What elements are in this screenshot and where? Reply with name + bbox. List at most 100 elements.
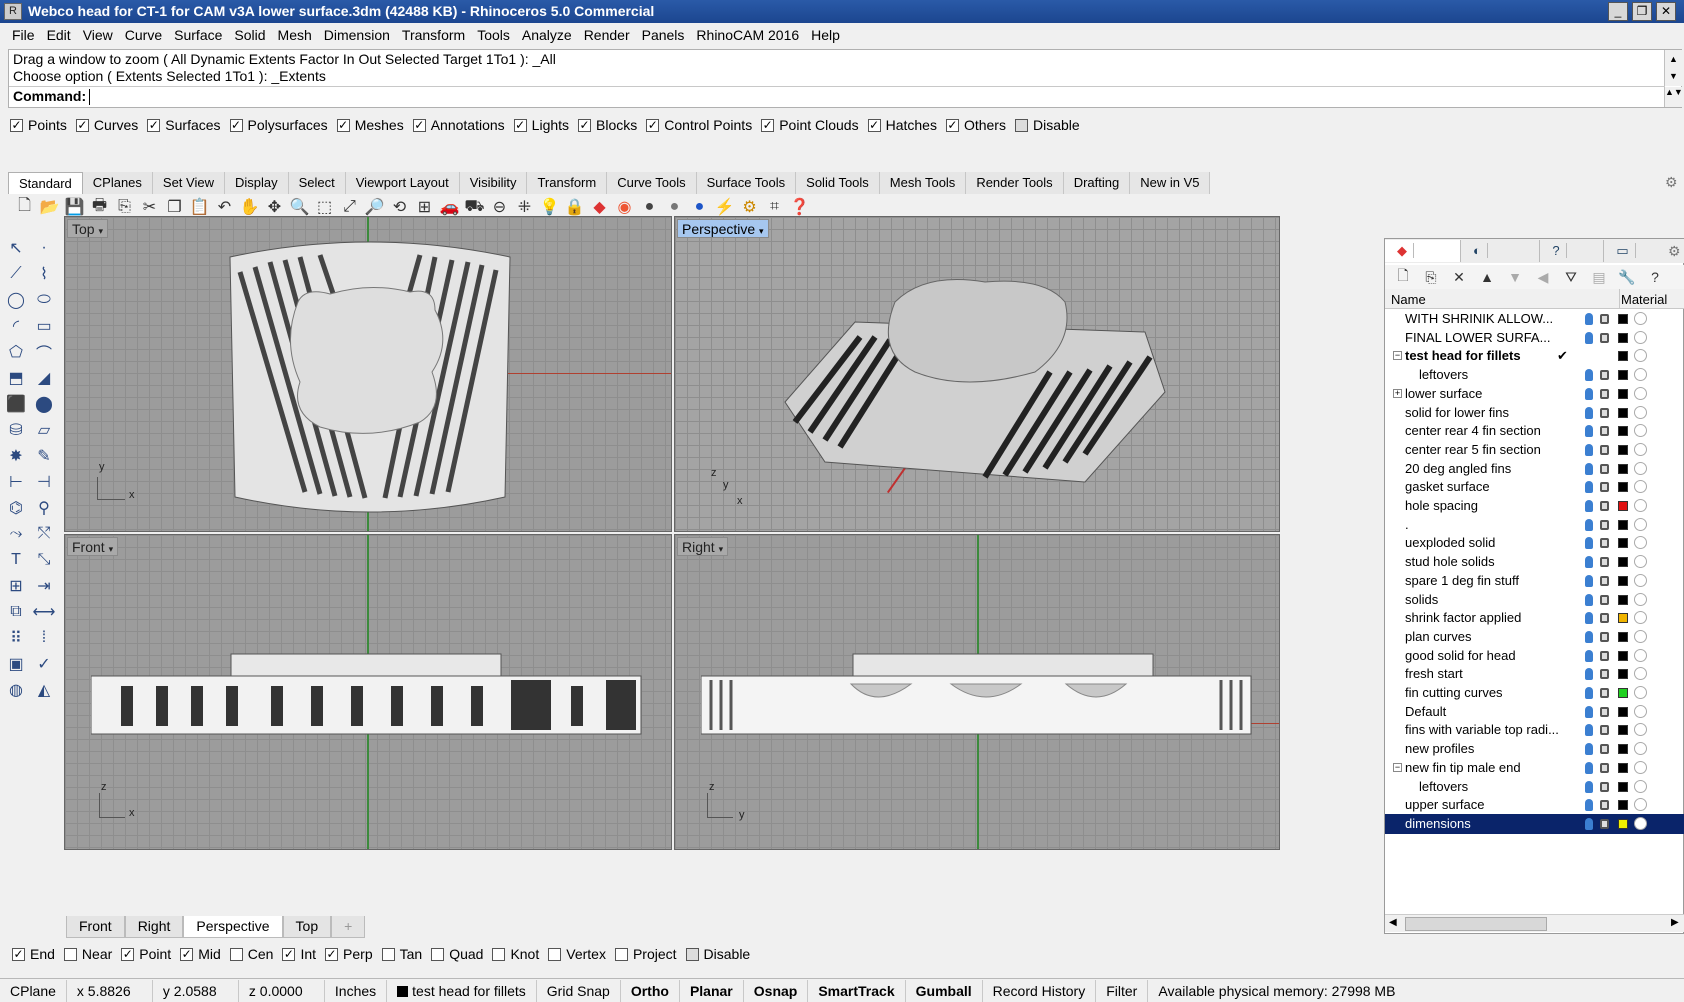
layer-lock-icon[interactable] — [1600, 800, 1609, 811]
panel-tab-properties[interactable]: ◐ Prope... — [1461, 240, 1541, 280]
layer-name[interactable]: test head for fillets — [1405, 346, 1565, 366]
layer-row[interactable]: solids — [1385, 590, 1684, 610]
panel-tab-help[interactable]: ? Help — [1540, 240, 1605, 280]
osnap-point[interactable]: ✓ Point — [121, 946, 171, 962]
layer-material-icon[interactable] — [1634, 686, 1647, 699]
layer-name[interactable]: . — [1405, 515, 1565, 535]
layer-lock-icon[interactable] — [1600, 650, 1609, 661]
layer-material-icon[interactable] — [1634, 499, 1647, 512]
layer-lock-icon[interactable] — [1600, 463, 1609, 474]
layer-lock-icon[interactable] — [1600, 594, 1609, 605]
layer-visibility-bulb-icon[interactable] — [1585, 481, 1593, 494]
layer-color-swatch[interactable] — [1618, 650, 1628, 661]
layer-row[interactable]: FINAL LOWER SURFA... — [1385, 328, 1684, 348]
layer-row[interactable]: new profiles — [1385, 739, 1684, 759]
menu-dimension[interactable]: Dimension — [318, 27, 396, 43]
layer-material-icon[interactable] — [1634, 723, 1647, 737]
check-icon[interactable]: ✓ — [32, 652, 56, 676]
layer-visibility-bulb-icon[interactable] — [1585, 425, 1593, 438]
layer-visibility-bulb-icon[interactable] — [1585, 743, 1593, 756]
checkbox[interactable]: ✓ — [180, 947, 194, 961]
menu-transform[interactable]: Transform — [396, 27, 471, 43]
layer-color-swatch[interactable] — [1618, 762, 1628, 773]
filter-hatches[interactable]: ✓ Hatches — [867, 117, 937, 133]
osnap-vertex[interactable]: Vertex — [548, 946, 606, 962]
layer-visibility-bulb-icon[interactable] — [1585, 724, 1593, 737]
osnap-quad[interactable]: Quad — [431, 946, 483, 962]
layer-color-swatch[interactable] — [1618, 538, 1628, 549]
layer-row[interactable]: fin cutting curves — [1385, 683, 1684, 703]
checkbox[interactable]: ✓ — [282, 947, 296, 961]
layer-name[interactable]: center rear 4 fin section — [1405, 421, 1565, 441]
layer-lock-icon[interactable] — [1600, 482, 1609, 493]
panel-tab-layers[interactable]: ◆ Layers — [1385, 240, 1461, 280]
layer-name[interactable]: upper surface — [1405, 795, 1565, 815]
layer-visibility-bulb-icon[interactable] — [1585, 761, 1593, 774]
toolbar-tab-standard[interactable]: Standard — [8, 172, 83, 194]
layer-lock-icon[interactable] — [1600, 501, 1609, 511]
osnap-near[interactable]: Near — [63, 946, 112, 962]
scroll-right-arrow-icon[interactable]: ▶ — [1671, 917, 1679, 928]
command-input-spinner[interactable]: ▲▼ — [1664, 87, 1683, 107]
layer-list-hscrollbar[interactable]: ◀ ▶ — [1385, 914, 1684, 932]
filter-disable[interactable]: Disable — [1014, 117, 1080, 133]
filter-curves[interactable]: ✓ Curves — [75, 117, 138, 133]
filter-meshes[interactable]: ✓ Meshes — [336, 117, 404, 133]
new-layer-icon[interactable]: 🗋 — [1389, 265, 1417, 289]
layer-row[interactable]: leftovers — [1385, 777, 1684, 797]
layer-material-icon[interactable] — [1634, 779, 1647, 793]
layer-row[interactable]: uexploded solid — [1385, 533, 1684, 553]
filter-annotations[interactable]: ✓ Annotations — [412, 117, 505, 133]
layer-name[interactable]: uexploded solid — [1405, 533, 1565, 553]
render-icon[interactable]: ◍ — [4, 678, 28, 702]
edit-point-icon[interactable]: ✎ — [32, 444, 56, 468]
checkbox[interactable]: ✓ — [10, 118, 23, 132]
open-folder-icon[interactable]: 📂 — [37, 195, 62, 219]
viewport-top[interactable]: Top ▾ y x — [64, 216, 672, 532]
move-layer-up-icon[interactable]: ▲ — [1473, 269, 1501, 285]
select-arrow-icon[interactable]: ↖ — [4, 236, 28, 260]
layer-visibility-bulb-icon[interactable] — [1585, 799, 1593, 812]
point-cloud-icon[interactable]: ⁞ — [32, 626, 56, 650]
move-icon[interactable]: ⇥ — [32, 574, 56, 598]
viewport-menu-arrow-icon[interactable]: ▾ — [719, 544, 724, 554]
layer-name[interactable]: solids — [1405, 590, 1565, 610]
toolbar-tab-drafting[interactable]: Drafting — [1063, 172, 1131, 194]
viewport-top-title[interactable]: Top ▾ — [67, 219, 108, 238]
toolbar-settings-gear-icon[interactable]: ⚙ — [1665, 174, 1678, 191]
toolbar-tab-new-in-v5[interactable]: New in V5 — [1130, 172, 1211, 194]
collapse-icon[interactable]: − — [1393, 762, 1402, 772]
layer-name[interactable]: new fin tip male end — [1405, 758, 1565, 778]
checkbox[interactable]: ✓ — [325, 947, 339, 961]
menu-curve[interactable]: Curve — [119, 27, 168, 43]
layer-name[interactable]: leftovers — [1419, 777, 1579, 797]
layer-row[interactable]: center rear 4 fin section — [1385, 421, 1684, 441]
checkbox[interactable]: ✓ — [945, 118, 959, 132]
checkbox[interactable] — [381, 947, 395, 961]
layer-lock-icon[interactable] — [1600, 314, 1609, 324]
status-cplane[interactable]: CPlane — [0, 979, 67, 1002]
layer-lock-icon[interactable] — [1600, 370, 1609, 381]
layer-name[interactable]: gasket surface — [1405, 477, 1565, 497]
collapse-icon[interactable]: − — [1393, 351, 1402, 361]
filter-blocks[interactable]: ✓ Blocks — [578, 117, 637, 133]
layer-visibility-bulb-icon[interactable] — [1585, 668, 1593, 681]
layer-lock-icon[interactable] — [1600, 575, 1609, 586]
layer-color-swatch[interactable] — [1618, 314, 1628, 324]
layer-color-swatch[interactable] — [1618, 482, 1628, 493]
layer-lock-icon[interactable] — [1600, 744, 1609, 755]
layer-color-swatch[interactable] — [1618, 800, 1628, 811]
arc-icon[interactable]: ◜ — [4, 314, 28, 338]
layer-lock-icon[interactable] — [1600, 332, 1609, 343]
menu-help[interactable]: Help — [805, 27, 846, 43]
layer-visibility-bulb-icon[interactable] — [1585, 687, 1593, 699]
status-record-history[interactable]: Record History — [983, 979, 1097, 1002]
layer-material-icon[interactable] — [1634, 349, 1647, 363]
layer-lock-icon[interactable] — [1600, 688, 1609, 698]
menu-render[interactable]: Render — [578, 27, 636, 43]
layer-name[interactable]: 20 deg angled fins — [1405, 459, 1565, 479]
checkbox[interactable]: ✓ — [12, 947, 25, 961]
layer-color-swatch[interactable] — [1618, 351, 1628, 362]
layer-color-swatch[interactable] — [1618, 370, 1628, 381]
status-smarttrack[interactable]: SmartTrack — [808, 979, 906, 1002]
